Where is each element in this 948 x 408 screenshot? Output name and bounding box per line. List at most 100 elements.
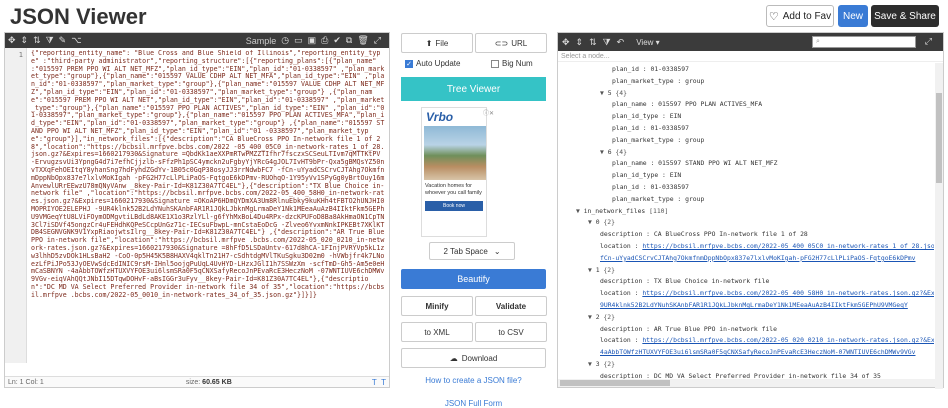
- advertisement[interactable]: Vrbo Vacation homes for whoever you call…: [421, 107, 487, 237]
- tree-row[interactable]: ▼ in_network_files [110]: [576, 206, 668, 217]
- filter-icon[interactable]: ⧩: [603, 37, 611, 48]
- tree-row[interactable]: description : TX Blue Choice in-network …: [600, 276, 769, 287]
- how-to-create-link[interactable]: How to create a JSON file?: [401, 376, 546, 385]
- tree-row[interactable]: ▼ 6 {4}: [600, 147, 627, 158]
- delete-icon[interactable]: 🗑: [357, 35, 368, 46]
- json-full-form-link[interactable]: JSON Full Form: [401, 399, 546, 408]
- code-icon[interactable]: ⌥: [71, 35, 81, 46]
- tree-row[interactable]: fCn-uYyadCSCrvCJTAhg7OkmfnmDppNbOpx837e7…: [600, 253, 916, 264]
- tree-row[interactable]: location : https://bcbsil.mrfpve.bcbs.co…: [600, 288, 934, 299]
- to-csv-button[interactable]: to CSV: [475, 322, 547, 342]
- add-to-fav-button[interactable]: ♡ Add to Fav: [766, 5, 834, 27]
- tree-row[interactable]: ▼ 2 {2}: [588, 312, 615, 323]
- big-num-checkbox[interactable]: Big Num: [491, 59, 533, 68]
- minify-button[interactable]: Minify: [401, 296, 473, 316]
- text-format-icon[interactable]: T T: [372, 378, 386, 387]
- collapse-icon[interactable]: ⇕: [21, 35, 29, 46]
- tree-row[interactable]: location : https://bcbsil.mrfpve.bcbs.co…: [600, 241, 934, 252]
- tree-link-value[interactable]: 9UR4klnk52B2LdYNuhSKAnbFAR1R1JQkLJbknMgL…: [600, 301, 908, 309]
- tree-row[interactable]: plan_market_type : group: [612, 135, 704, 146]
- sample-button[interactable]: Sample: [246, 36, 277, 46]
- horizontal-scrollbar[interactable]: [558, 379, 936, 387]
- repair-icon[interactable]: ✎: [59, 35, 67, 46]
- expand-toggle-icon[interactable]: ▼: [600, 148, 608, 156]
- tree-link-value[interactable]: 4aAbbTOWfzHTUXVYFOE3ui6lsmSRa0F5qCNXSafy…: [600, 348, 916, 356]
- tree-row[interactable]: ▼ 5 {4}: [600, 88, 627, 99]
- tree-row[interactable]: plan_market_type : group: [612, 76, 704, 87]
- tree-row[interactable]: description : AR True Blue PPO in-networ…: [600, 324, 777, 335]
- tree-link-value[interactable]: https://bcbsil.mrfpve.bcbs.com/2022-05_4…: [642, 242, 934, 250]
- tree-link-value[interactable]: https://bcbsil.mrfpve.bcbs.com/2022-05_0…: [642, 336, 934, 344]
- ad-cta-button[interactable]: Book now: [425, 201, 483, 211]
- tree-value: {2}: [603, 265, 615, 274]
- tree-row[interactable]: plan_id : 01-0338597: [612, 182, 689, 193]
- sort-icon[interactable]: ⇅: [33, 35, 41, 46]
- move-icon[interactable]: ✥: [8, 35, 16, 46]
- file-button[interactable]: ⬆ File: [401, 33, 473, 53]
- collapse-all-icon[interactable]: ⇕: [576, 37, 584, 48]
- validate-button[interactable]: Validate: [475, 296, 547, 316]
- expand-toggle-icon[interactable]: ▼: [588, 360, 596, 368]
- filter-icon[interactable]: ⧩: [46, 35, 54, 46]
- tree-row[interactable]: plan_id_type : EIN: [612, 111, 681, 122]
- expand-toggle-icon[interactable]: ▼: [588, 313, 596, 321]
- heart-icon: ♡: [768, 10, 779, 23]
- page-title: JSON Viewer: [10, 4, 147, 29]
- tree-row[interactable]: ▼ 0 {2}: [588, 217, 615, 228]
- save-share-button[interactable]: Save & Share: [871, 5, 939, 27]
- auto-update-label: Auto Update: [416, 59, 461, 68]
- tree-key: description :: [600, 324, 654, 333]
- tree-row[interactable]: description : CA BlueCross PPO In-networ…: [600, 229, 808, 240]
- big-num-label: Big Num: [502, 59, 533, 68]
- expand-toggle-icon[interactable]: ▼: [600, 89, 608, 97]
- tree-value: TX Blue Choice in-network file: [653, 277, 770, 286]
- new-button[interactable]: New: [838, 5, 868, 27]
- expand-toggle-icon[interactable]: ▼: [588, 266, 596, 274]
- tree-row[interactable]: plan_id : 01-0338597: [612, 64, 689, 75]
- tree-row[interactable]: 9UR4klnk52B2LdYNuhSKAnbFAR1R1JQkLJbknMgL…: [600, 300, 908, 311]
- view-menu[interactable]: View ▾: [636, 38, 659, 47]
- tree-viewer-button[interactable]: Tree Viewer: [401, 77, 546, 101]
- line-gutter: 1: [5, 48, 27, 363]
- tree-row[interactable]: plan_id_type : EIN: [612, 170, 681, 181]
- url-button[interactable]: ⊂⊃ URL: [475, 33, 547, 53]
- tree-row[interactable]: location : https://bcbsil.mrfpve.bcbs.co…: [600, 335, 934, 346]
- to-xml-button[interactable]: to XML: [401, 322, 473, 342]
- folder-icon[interactable]: ▭: [294, 35, 303, 46]
- ad-close-icon[interactable]: ⓘ✕: [483, 108, 494, 117]
- tree-key: plan_name :: [612, 100, 659, 109]
- tree-search-input[interactable]: ⌕: [812, 36, 916, 48]
- tree-row[interactable]: plan_id : 01-0338597: [612, 123, 689, 134]
- tree-row[interactable]: ▼ 3 {2}: [588, 359, 615, 370]
- copy-icon[interactable]: ⧉: [346, 35, 352, 46]
- fullscreen-icon[interactable]: ⤢: [925, 36, 932, 47]
- cursor-position: Ln: 1 Col: 1: [8, 378, 44, 386]
- tree-row[interactable]: 4aAbbTOWfzHTUXVYFOE3ui6lsmSRa0F5qCNXSafy…: [600, 347, 916, 358]
- print-icon[interactable]: ⎙: [321, 35, 328, 46]
- expand-toggle-icon[interactable]: ▼: [588, 218, 596, 226]
- tree-row[interactable]: plan_market_type : group: [612, 194, 704, 205]
- tree-viewer-panel: ✥ ⇕ ⇅ ⧩ ↶ View ▾ ⌕ ⤢ Select a node... pl…: [557, 32, 944, 389]
- tab-space-select[interactable]: 2 Tab Space ⌄: [429, 242, 515, 260]
- json-code-text[interactable]: {"reporting_entity_name": "Blue Cross an…: [31, 50, 386, 362]
- check-icon[interactable]: ✔: [333, 35, 341, 46]
- vertical-scrollbar[interactable]: [935, 63, 943, 389]
- beautify-button[interactable]: Beautify: [401, 269, 546, 289]
- tree-key: location :: [600, 289, 643, 298]
- tree-value: 01-0338597: [650, 183, 689, 191]
- history-icon[interactable]: ◷: [281, 35, 289, 46]
- tree-row[interactable]: ▼ 1 {2}: [588, 265, 615, 276]
- expand-toggle-icon[interactable]: ▼: [576, 207, 584, 215]
- fullscreen-icon[interactable]: ⤢: [374, 35, 381, 46]
- auto-update-checkbox[interactable]: ✓ Auto Update: [405, 59, 460, 68]
- link-icon: ⊂⊃: [494, 38, 509, 48]
- tree-row[interactable]: plan_name : 015597 STAND PPO WI ALT NET_…: [612, 158, 777, 169]
- tree-link-value[interactable]: fCn-uYyadCSCrvCJTAhg7OkmfnmDppNbOpx837e7…: [600, 254, 916, 262]
- undo-icon[interactable]: ↶: [617, 37, 625, 48]
- expand-all-icon[interactable]: ✥: [562, 37, 570, 48]
- download-button[interactable]: ☁ Download: [401, 348, 546, 368]
- tree-link-value[interactable]: https://bcbsil.mrfpve.bcbs.com/2022-05_4…: [642, 289, 934, 297]
- sort-icon[interactable]: ⇅: [589, 37, 597, 48]
- save-icon[interactable]: ▣: [308, 35, 317, 46]
- tree-row[interactable]: plan_name : 015597 PPO PLAN ACTIVES_MFA: [612, 99, 762, 110]
